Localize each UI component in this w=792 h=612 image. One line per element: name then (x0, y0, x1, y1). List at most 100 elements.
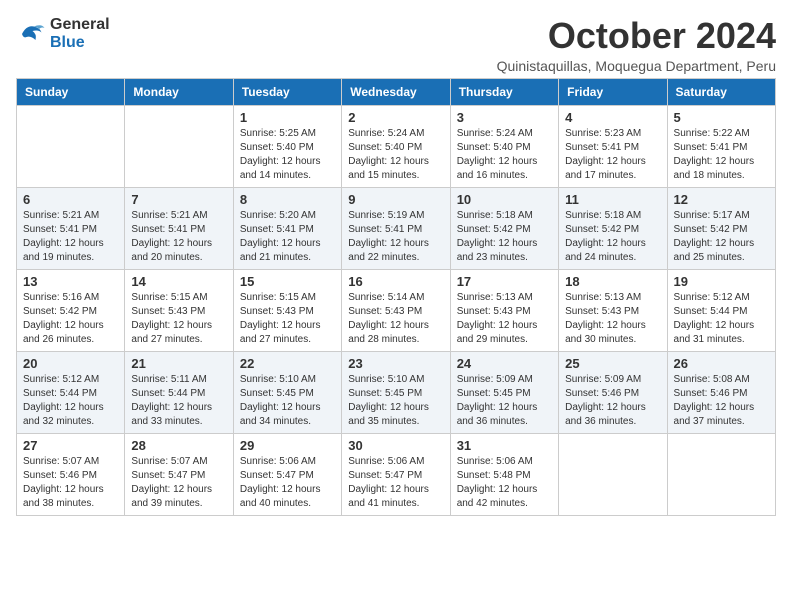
calendar-week-row: 1Sunrise: 5:25 AMSunset: 5:40 PMDaylight… (17, 105, 776, 187)
logo-text: General Blue (50, 16, 110, 52)
day-info: Sunrise: 5:21 AMSunset: 5:41 PMDaylight:… (23, 209, 118, 265)
calendar-cell: 14Sunrise: 5:15 AMSunset: 5:43 PMDayligh… (125, 269, 233, 351)
day-number: 9 (348, 192, 443, 207)
day-number: 21 (131, 356, 226, 371)
calendar-cell: 9 Sunrise: 5:19 AMSunset: 5:41 PMDaylight… (342, 187, 450, 269)
calendar-cell: 25 Sunrise: 5:09 AMSunset: 5:46 PMDayligh… (559, 351, 667, 433)
day-number: 23 (348, 356, 443, 371)
calendar-cell: 11Sunrise: 5:18 AMSunset: 5:42 PMDayligh… (559, 187, 667, 269)
day-number: 30 (348, 438, 443, 453)
header-saturday: Saturday (667, 78, 775, 105)
calendar-cell: 17Sunrise: 5:13 AMSunset: 5:43 PMDayligh… (450, 269, 558, 351)
day-number: 11 (565, 192, 660, 207)
calendar-cell: 10 Sunrise: 5:18 AMSunset: 5:42 PMDayligh… (450, 187, 558, 269)
logo-icon (16, 19, 46, 49)
day-number: 20 (23, 356, 118, 371)
day-number: 5 (674, 110, 769, 125)
header-tuesday: Tuesday (233, 78, 341, 105)
calendar-cell: 23 Sunrise: 5:10 AMSunset: 5:45 PMDayligh… (342, 351, 450, 433)
calendar-table: SundayMondayTuesdayWednesdayThursdayFrid… (16, 78, 776, 516)
day-info: Sunrise: 5:12 AMSunset: 5:44 PMDaylight:… (23, 373, 118, 429)
day-info: Sunrise: 5:14 AMSunset: 5:43 PMDaylight:… (348, 291, 443, 347)
day-info: Sunrise: 5:11 AMSunset: 5:44 PMDaylight:… (131, 373, 226, 429)
calendar-cell: 5 Sunrise: 5:22 AMSunset: 5:41 PMDaylight… (667, 105, 775, 187)
day-number: 24 (457, 356, 552, 371)
day-number: 26 (674, 356, 769, 371)
day-info: Sunrise: 5:15 AMSunset: 5:43 PMDaylight:… (240, 291, 335, 347)
calendar-header-row: SundayMondayTuesdayWednesdayThursdayFrid… (17, 78, 776, 105)
calendar-cell: 3 Sunrise: 5:24 AMSunset: 5:40 PMDaylight… (450, 105, 558, 187)
day-number: 8 (240, 192, 335, 207)
calendar-cell: 1Sunrise: 5:25 AMSunset: 5:40 PMDaylight… (233, 105, 341, 187)
calendar-cell: 28 Sunrise: 5:07 AMSunset: 5:47 PMDayligh… (125, 433, 233, 515)
header-wednesday: Wednesday (342, 78, 450, 105)
calendar-cell: 4Sunrise: 5:23 AMSunset: 5:41 PMDaylight… (559, 105, 667, 187)
day-number: 19 (674, 274, 769, 289)
day-info: Sunrise: 5:10 AMSunset: 5:45 PMDaylight:… (240, 373, 335, 429)
day-number: 17 (457, 274, 552, 289)
day-info: Sunrise: 5:10 AMSunset: 5:45 PMDaylight:… (348, 373, 443, 429)
calendar-week-row: 27 Sunrise: 5:07 AMSunset: 5:46 PMDayligh… (17, 433, 776, 515)
calendar-week-row: 6 Sunrise: 5:21 AMSunset: 5:41 PMDaylight… (17, 187, 776, 269)
day-info: Sunrise: 5:20 AMSunset: 5:41 PMDaylight:… (240, 209, 335, 265)
day-number: 7 (131, 192, 226, 207)
calendar-cell: 21 Sunrise: 5:11 AMSunset: 5:44 PMDayligh… (125, 351, 233, 433)
day-number: 14 (131, 274, 226, 289)
calendar-cell: 15 Sunrise: 5:15 AMSunset: 5:43 PMDayligh… (233, 269, 341, 351)
location-subtitle: Quinistaquillas, Moquegua Department, Pe… (497, 58, 776, 74)
calendar-cell (667, 433, 775, 515)
header-monday: Monday (125, 78, 233, 105)
day-number: 22 (240, 356, 335, 371)
title-area: October 2024 Quinistaquillas, Moquegua D… (497, 16, 776, 74)
header-thursday: Thursday (450, 78, 558, 105)
calendar-cell (125, 105, 233, 187)
day-number: 6 (23, 192, 118, 207)
day-number: 10 (457, 192, 552, 207)
day-info: Sunrise: 5:22 AMSunset: 5:41 PMDaylight:… (674, 127, 769, 183)
day-number: 27 (23, 438, 118, 453)
header-sunday: Sunday (17, 78, 125, 105)
day-info: Sunrise: 5:06 AMSunset: 5:47 PMDaylight:… (240, 455, 335, 511)
day-info: Sunrise: 5:19 AMSunset: 5:41 PMDaylight:… (348, 209, 443, 265)
calendar-cell: 20 Sunrise: 5:12 AMSunset: 5:44 PMDayligh… (17, 351, 125, 433)
day-info: Sunrise: 5:16 AMSunset: 5:42 PMDaylight:… (23, 291, 118, 347)
day-number: 12 (674, 192, 769, 207)
calendar-cell (559, 433, 667, 515)
day-number: 15 (240, 274, 335, 289)
day-number: 18 (565, 274, 660, 289)
logo: General Blue (16, 16, 110, 52)
calendar-week-row: 20 Sunrise: 5:12 AMSunset: 5:44 PMDayligh… (17, 351, 776, 433)
day-info: Sunrise: 5:24 AMSunset: 5:40 PMDaylight:… (457, 127, 552, 183)
day-info: Sunrise: 5:23 AMSunset: 5:41 PMDaylight:… (565, 127, 660, 183)
calendar-cell: 16 Sunrise: 5:14 AMSunset: 5:43 PMDayligh… (342, 269, 450, 351)
calendar-cell: 31 Sunrise: 5:06 AMSunset: 5:48 PMDayligh… (450, 433, 558, 515)
day-number: 31 (457, 438, 552, 453)
day-number: 25 (565, 356, 660, 371)
calendar-week-row: 13 Sunrise: 5:16 AMSunset: 5:42 PMDayligh… (17, 269, 776, 351)
day-info: Sunrise: 5:12 AMSunset: 5:44 PMDaylight:… (674, 291, 769, 347)
calendar-cell: 18Sunrise: 5:13 AMSunset: 5:43 PMDayligh… (559, 269, 667, 351)
day-info: Sunrise: 5:06 AMSunset: 5:48 PMDaylight:… (457, 455, 552, 511)
day-info: Sunrise: 5:17 AMSunset: 5:42 PMDaylight:… (674, 209, 769, 265)
day-number: 16 (348, 274, 443, 289)
calendar-cell: 19 Sunrise: 5:12 AMSunset: 5:44 PMDayligh… (667, 269, 775, 351)
calendar-cell: 26Sunrise: 5:08 AMSunset: 5:46 PMDayligh… (667, 351, 775, 433)
day-number: 3 (457, 110, 552, 125)
day-info: Sunrise: 5:07 AMSunset: 5:47 PMDaylight:… (131, 455, 226, 511)
day-number: 1 (240, 110, 335, 125)
calendar-cell: 13 Sunrise: 5:16 AMSunset: 5:42 PMDayligh… (17, 269, 125, 351)
page-header: General Blue October 2024 Quinistaquilla… (16, 16, 776, 74)
day-number: 13 (23, 274, 118, 289)
day-info: Sunrise: 5:09 AMSunset: 5:46 PMDaylight:… (565, 373, 660, 429)
calendar-cell: 2Sunrise: 5:24 AMSunset: 5:40 PMDaylight… (342, 105, 450, 187)
day-info: Sunrise: 5:07 AMSunset: 5:46 PMDaylight:… (23, 455, 118, 511)
calendar-cell: 8 Sunrise: 5:20 AMSunset: 5:41 PMDaylight… (233, 187, 341, 269)
calendar-cell (17, 105, 125, 187)
calendar-cell: 29Sunrise: 5:06 AMSunset: 5:47 PMDayligh… (233, 433, 341, 515)
calendar-cell: 22 Sunrise: 5:10 AMSunset: 5:45 PMDayligh… (233, 351, 341, 433)
day-info: Sunrise: 5:21 AMSunset: 5:41 PMDaylight:… (131, 209, 226, 265)
calendar-cell: 24Sunrise: 5:09 AMSunset: 5:45 PMDayligh… (450, 351, 558, 433)
day-number: 28 (131, 438, 226, 453)
day-info: Sunrise: 5:18 AMSunset: 5:42 PMDaylight:… (457, 209, 552, 265)
calendar-cell: 27 Sunrise: 5:07 AMSunset: 5:46 PMDayligh… (17, 433, 125, 515)
